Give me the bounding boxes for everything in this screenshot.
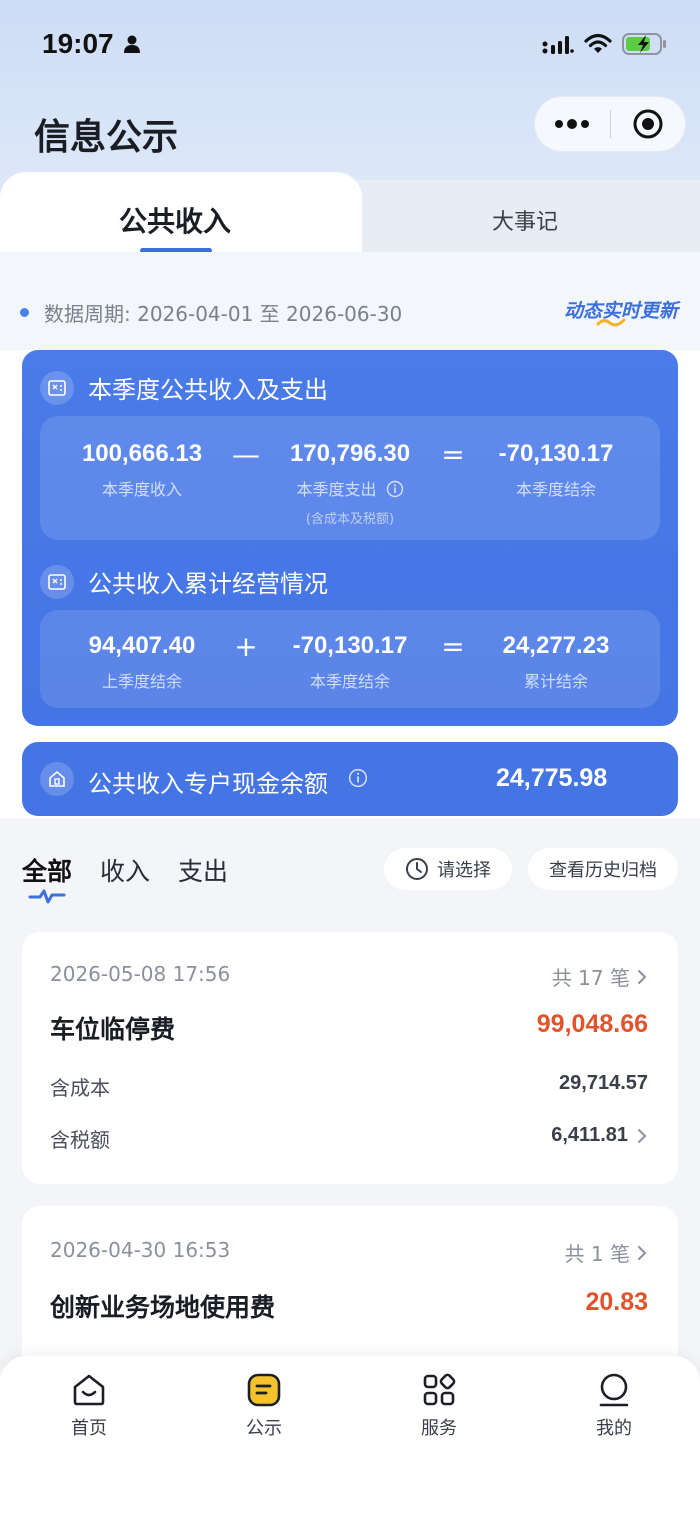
chevron-right-icon: [638, 1128, 647, 1143]
person-icon: [122, 34, 142, 58]
record-title: 创新业务场地使用费: [50, 1293, 276, 1322]
main-tabs: 公共收入 大事记: [0, 172, 700, 254]
record-date: 2026-04-30 16:53: [50, 1238, 231, 1262]
signal-icon: [542, 33, 574, 59]
record-cost-value: 29,714.57: [559, 1072, 648, 1094]
wifi-icon: [584, 33, 612, 59]
bottom-nav: 首页 公示 服务 我的: [0, 1356, 700, 1515]
cash-balance-label: 公共收入专户现金余额: [88, 770, 328, 798]
previous-balance: 94,407.40 上季度结余: [52, 632, 232, 692]
date-select-button[interactable]: 请选择: [384, 848, 512, 890]
history-archive-button[interactable]: 查看历史归档: [528, 848, 678, 890]
bank-icon: [40, 762, 74, 796]
page-title: 信息公示: [34, 117, 179, 158]
status-bar: 19:07: [0, 0, 700, 90]
status-time: 19:07: [42, 28, 114, 59]
total-balance: 24,277.23 累计结余: [466, 632, 646, 692]
quarter-expense-label: 本季度支出: [296, 480, 377, 499]
minus-operator: —: [232, 438, 260, 471]
close-miniapp-button[interactable]: [611, 96, 686, 152]
quarter-balance-value: -70,130.17: [498, 440, 614, 467]
current-balance-label: 本季度结余: [309, 672, 390, 691]
quarter-income-value: 100,666.13: [81, 440, 203, 467]
info-icon[interactable]: [386, 480, 404, 502]
ledger-icon: [40, 564, 74, 599]
record-date: 2026-05-08 17:56: [50, 962, 231, 986]
nav-profile-label: 我的: [596, 1418, 632, 1439]
record-count-label: 共 17 笔: [551, 966, 630, 990]
chevron-right-icon: [638, 1245, 647, 1260]
chevron-right-icon: [638, 969, 647, 984]
nav-notice-label: 公示: [246, 1418, 282, 1439]
ledger-icon: [40, 370, 74, 405]
quarter-summary-card: 本季度公共收入及支出 100,666.13 本季度收入 — 170,796.30…: [22, 350, 678, 726]
target-icon: [633, 109, 663, 139]
tab-public-income[interactable]: 公共收入: [0, 200, 350, 240]
quarter-expense-label-row: 本季度支出: [260, 476, 440, 502]
cash-balance-value: 24,775.98: [496, 764, 608, 792]
record-tax-row[interactable]: 6,411.81: [551, 1124, 648, 1147]
period-text: 数据周期: 2026-04-01 至 2026-06-30: [44, 302, 403, 326]
nav-profile[interactable]: 我的: [554, 1372, 674, 1440]
quarter-expense-note: (含成本及税额): [305, 511, 395, 527]
previous-balance-value: 94,407.40: [88, 632, 196, 659]
quarter-income-label: 本季度收入: [101, 480, 182, 499]
more-dots-icon: [555, 119, 590, 129]
record-count[interactable]: 共 1 笔: [565, 1238, 648, 1267]
quarter-balance: -70,130.17 本季度结余: [466, 440, 646, 500]
filter-tab-expense[interactable]: 支出: [178, 852, 228, 888]
quarter-expense-value: 170,796.30: [289, 440, 411, 467]
record-count-label: 共 1 笔: [564, 1242, 630, 1266]
record-title: 车位临停费: [50, 1015, 176, 1044]
record-cost-label: 含成本: [50, 1076, 110, 1100]
equals-operator: =: [441, 438, 465, 471]
quarter-balance-label: 本季度结余: [515, 480, 596, 499]
quarter-summary-header: 本季度公共收入及支出: [40, 370, 328, 405]
current-balance: -70,130.17 本季度结余: [260, 632, 440, 692]
record-tax-label: 含税额: [50, 1128, 110, 1152]
nav-services[interactable]: 服务: [379, 1372, 499, 1440]
notice-icon: [247, 1373, 281, 1407]
cumulative-title: 公共收入累计经营情况: [88, 570, 328, 598]
equals-operator: =: [441, 630, 465, 663]
total-balance-label: 累计结余: [523, 672, 588, 691]
nav-services-label: 服务: [421, 1418, 457, 1439]
miniapp-capsule: [534, 96, 686, 152]
profile-icon: [599, 1373, 629, 1407]
record-amount: 20.83: [585, 1288, 648, 1316]
plus-operator: +: [234, 630, 258, 663]
clock-icon: [406, 858, 428, 880]
battery-icon: [622, 32, 668, 60]
more-button[interactable]: [535, 96, 610, 152]
active-filter-indicator: [28, 889, 66, 904]
home-icon: [73, 1374, 105, 1406]
total-balance-value: 24,277.23: [502, 632, 610, 659]
quarter-summary-box: 100,666.13 本季度收入 — 170,796.30 本季度支出 (含成本…: [40, 416, 660, 540]
status-icons: [542, 32, 668, 60]
history-archive-label: 查看历史归档: [549, 860, 657, 881]
filter-tabs: 全部 收入 支出: [22, 852, 228, 888]
nav-home[interactable]: 首页: [29, 1372, 149, 1440]
previous-balance-label: 上季度结余: [101, 672, 182, 691]
current-balance-value: -70,130.17: [292, 632, 408, 659]
quarter-summary-title: 本季度公共收入及支出: [88, 376, 328, 404]
grid-icon: [423, 1373, 456, 1406]
nav-home-label: 首页: [71, 1418, 107, 1439]
cumulative-box: 94,407.40 上季度结余 + -70,130.17 本季度结余 = 24,…: [40, 610, 660, 708]
quarter-income: 100,666.13 本季度收入: [52, 440, 232, 500]
period-dot: [20, 308, 29, 317]
nav-notice[interactable]: 公示: [204, 1372, 324, 1440]
record-card[interactable]: 2026-05-08 17:56 共 17 笔 车位临停费 99,048.66 …: [22, 932, 678, 1184]
squiggle-decoration: [596, 318, 626, 327]
filter-tab-all[interactable]: 全部: [22, 852, 72, 888]
tab-events[interactable]: 大事记: [350, 204, 700, 236]
date-select-label: 请选择: [437, 860, 491, 881]
record-tax-value: 6,411.81: [551, 1124, 628, 1146]
record-count[interactable]: 共 17 笔: [552, 962, 648, 991]
cash-info-icon[interactable]: [348, 768, 368, 792]
quarter-expense: 170,796.30 本季度支出 (含成本及税额): [260, 440, 440, 527]
cumulative-header: 公共收入累计经营情况: [40, 564, 328, 599]
record-amount: 99,048.66: [536, 1010, 648, 1038]
filter-tab-income[interactable]: 收入: [100, 852, 150, 888]
